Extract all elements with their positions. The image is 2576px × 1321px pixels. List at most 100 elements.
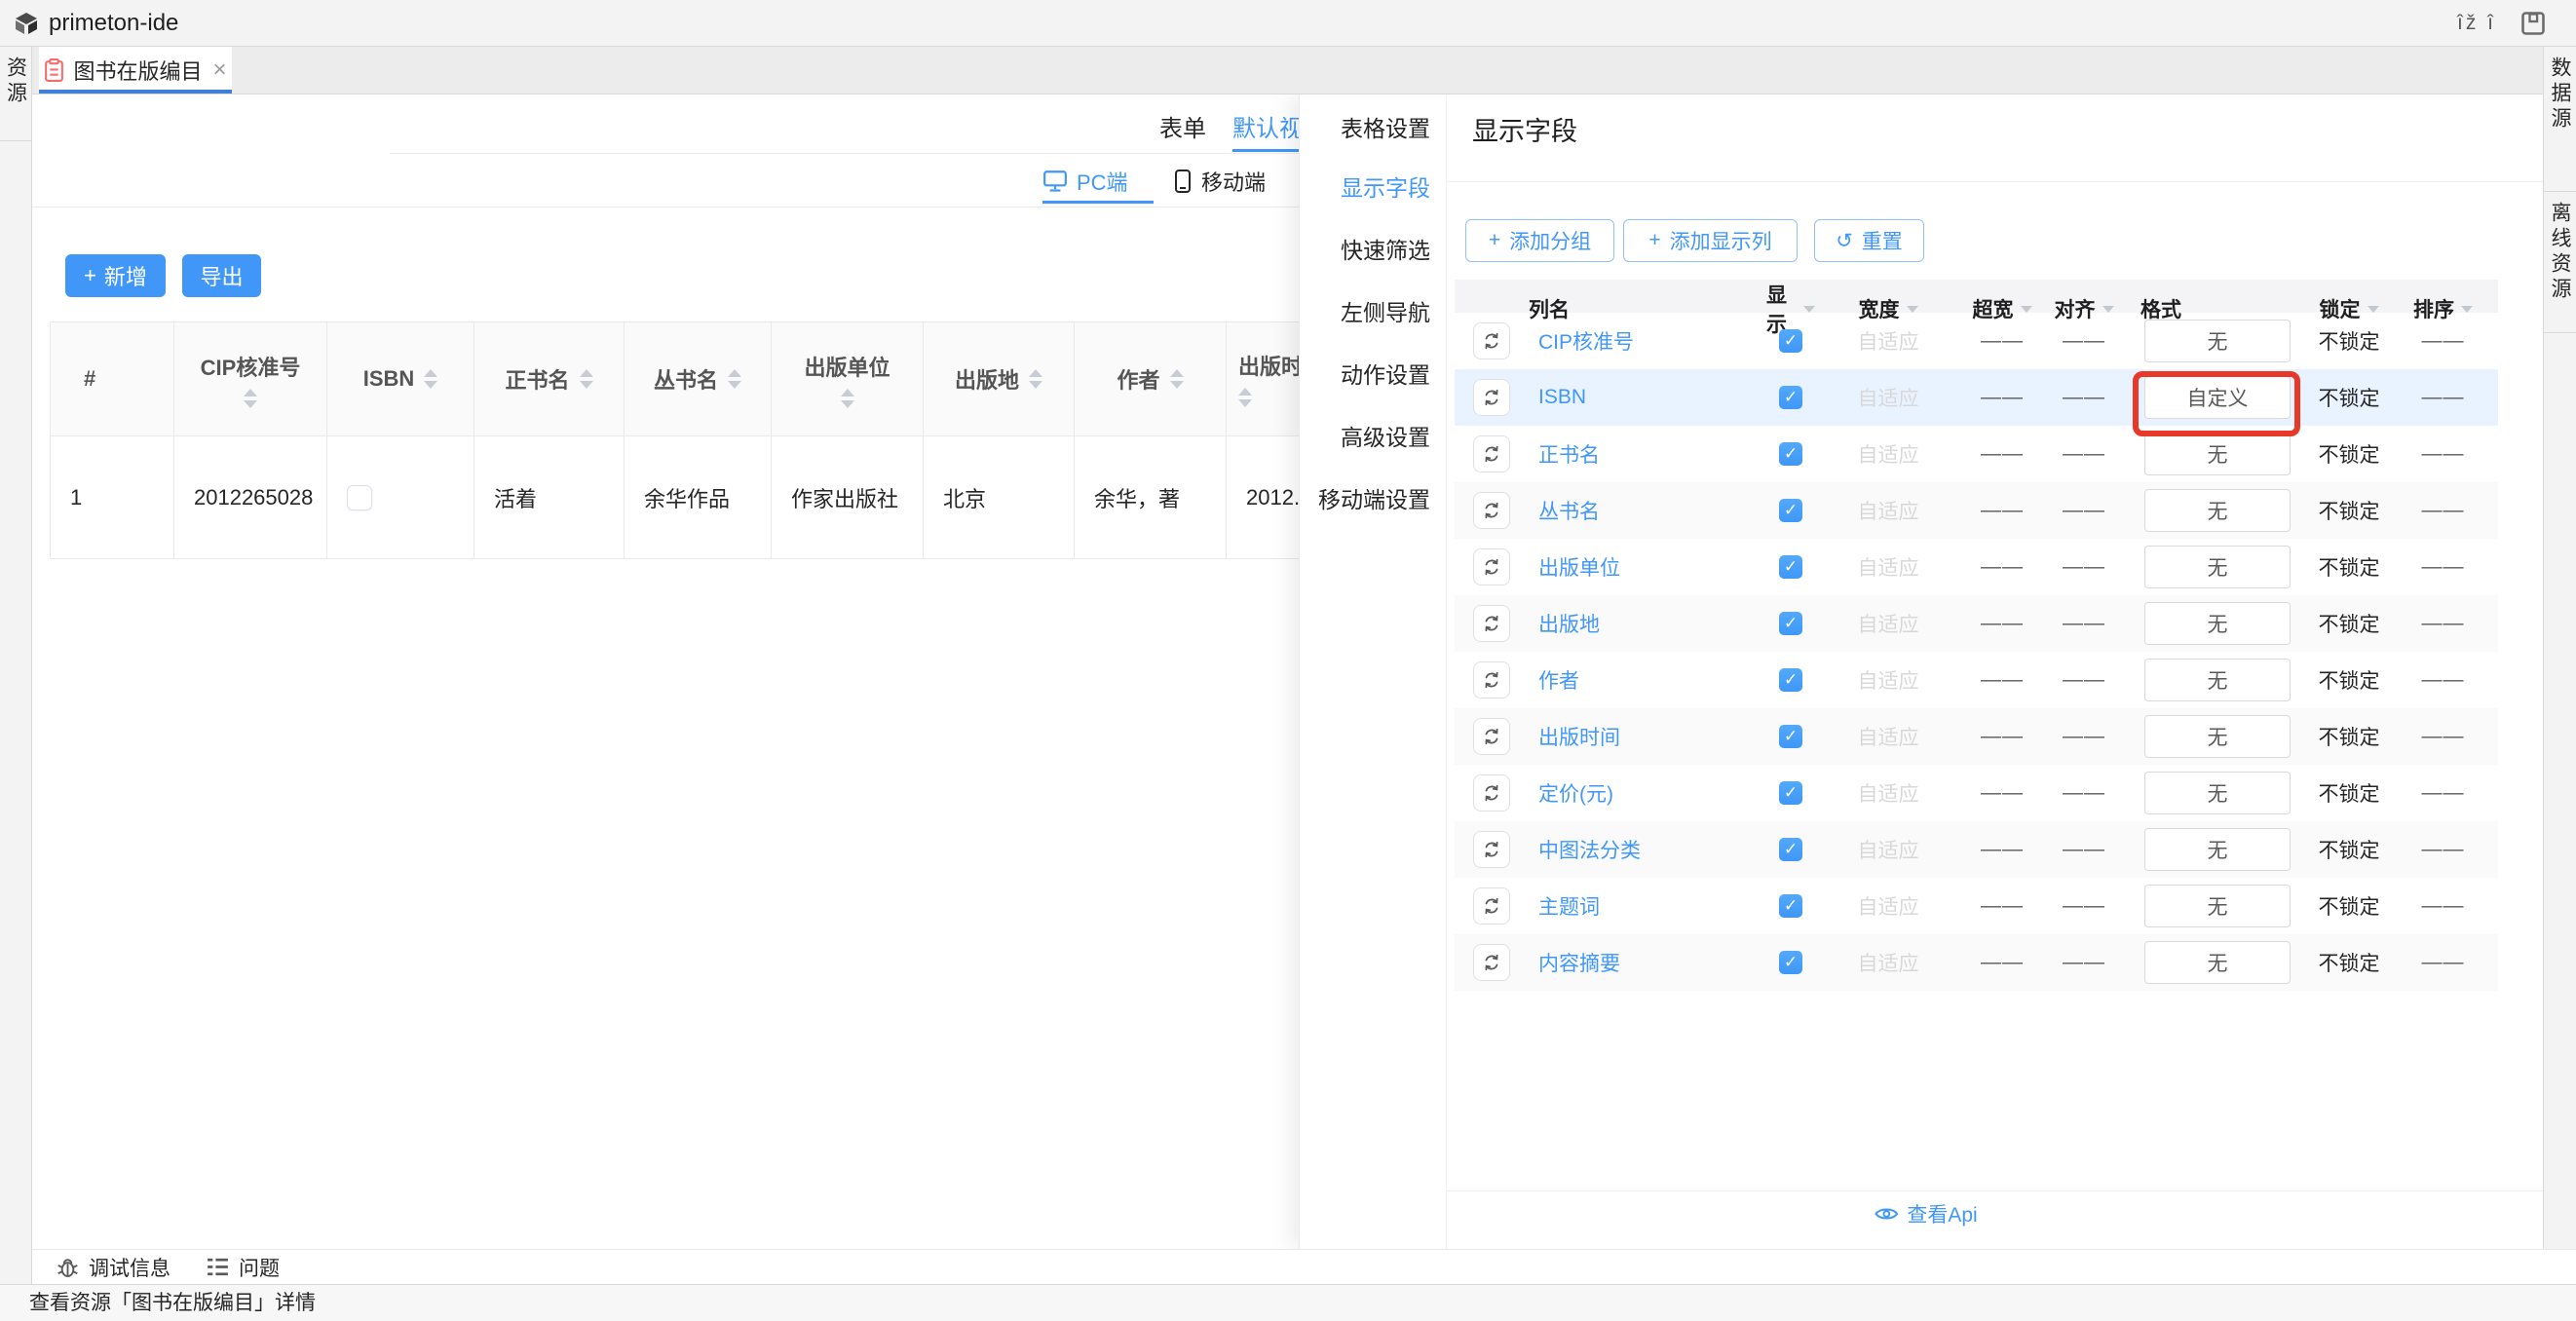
cell-sort[interactable]: —— [2388,386,2498,409]
field-name-link[interactable]: 定价(元) [1529,778,1766,808]
sort-arrows-icon[interactable] [841,389,854,408]
swap-button[interactable] [1473,718,1510,755]
cell-width[interactable]: 自适应 [1815,439,1961,469]
field-name-link[interactable]: 正书名 [1529,439,1766,469]
format-select[interactable]: 无 [2144,602,2291,645]
settings-column-header-4[interactable]: 超宽 [1961,294,2043,323]
field-name-link[interactable]: 作者 [1529,665,1766,695]
cell-align[interactable]: —— [2043,386,2125,409]
cell-width[interactable]: 自适应 [1815,722,1961,751]
sort-arrows-icon[interactable] [244,389,257,408]
format-select[interactable]: 无 [2144,546,2291,588]
cell-width[interactable]: 自适应 [1815,496,1961,525]
cell-align[interactable]: —— [2043,555,2125,579]
cell-align[interactable]: —— [2043,612,2125,635]
format-select[interactable]: 无 [2144,941,2291,984]
tab-book-cip[interactable]: 图书在版编目 × [39,47,232,94]
field-name-link[interactable]: 主题词 [1529,891,1766,921]
display-checkbox[interactable]: ✓ [1779,499,1802,522]
sort-desc-icon[interactable] [244,400,257,408]
column-header-1[interactable]: CIP核准号 [174,322,327,436]
format-select[interactable]: 无 [2144,715,2291,758]
chevron-down-icon[interactable] [2021,306,2032,313]
format-select[interactable]: 无 [2144,659,2291,701]
cell-lock[interactable]: 不锁定 [2310,665,2388,695]
sidebar-item-offline-resources[interactable]: 离线资源 [2544,192,2576,333]
cell-lock[interactable]: 不锁定 [2310,948,2388,977]
sort-desc-icon[interactable] [1170,381,1184,389]
display-checkbox[interactable]: ✓ [1779,838,1802,861]
sort-asc-icon[interactable] [841,389,854,396]
swap-button[interactable] [1473,322,1510,359]
display-checkbox[interactable]: ✓ [1779,725,1802,748]
sidebar-item-resources[interactable]: 资源 [0,47,31,141]
display-checkbox[interactable]: ✓ [1779,951,1802,974]
sort-asc-icon[interactable] [1029,369,1042,377]
column-header-6[interactable]: 出版地 [924,322,1075,436]
cell-overwide[interactable]: —— [1961,555,2043,579]
chevron-down-icon[interactable] [1803,306,1815,313]
problems-button[interactable]: 问题 [206,1253,280,1282]
cell-align[interactable]: —— [2043,894,2125,918]
settings-column-header-5[interactable]: 对齐 [2043,294,2125,323]
titlebar-glyph-icons[interactable]: îž î [2457,12,2496,35]
swap-button[interactable] [1473,379,1510,416]
add-group-button[interactable]: +添加分组 [1465,219,1614,262]
cell-align[interactable]: —— [2043,781,2125,805]
settings-column-header-7[interactable]: 锁定 [2310,294,2388,323]
cell-lock[interactable]: 不锁定 [2310,835,2388,864]
cell-width[interactable]: 自适应 [1815,383,1961,412]
cell-overwide[interactable]: —— [1961,329,2043,353]
cell-sort[interactable]: —— [2388,442,2498,466]
sort-arrows-icon[interactable] [1029,369,1042,389]
cell-sort[interactable]: —— [2388,555,2498,579]
cell-sort[interactable]: —— [2388,951,2498,974]
cell-sort[interactable]: —— [2388,329,2498,353]
sort-asc-icon[interactable] [580,369,593,377]
export-button[interactable]: 导出 [182,254,261,297]
cell-width[interactable]: 自适应 [1815,552,1961,582]
sort-asc-icon[interactable] [244,389,257,396]
sort-desc-icon[interactable] [1029,381,1042,389]
cell-align[interactable]: —— [2043,725,2125,748]
sort-arrows-icon[interactable] [1238,388,1252,407]
column-header-7[interactable]: 作者 [1075,322,1227,436]
format-select[interactable]: 自定义 [2144,376,2291,419]
swap-button[interactable] [1473,605,1510,642]
field-name-link[interactable]: 内容摘要 [1529,948,1766,977]
cell-overwide[interactable]: —— [1961,386,2043,409]
cell-width[interactable]: 自适应 [1815,609,1961,638]
sort-arrows-icon[interactable] [1170,369,1184,389]
tab-form[interactable]: 表单 [1159,109,1206,143]
chevron-down-icon[interactable] [2368,306,2379,313]
cell-sort[interactable]: —— [2388,838,2498,861]
display-checkbox[interactable]: ✓ [1779,668,1802,692]
sort-asc-icon[interactable] [1170,369,1184,377]
cell-overwide[interactable]: —— [1961,442,2043,466]
cell-overwide[interactable]: —— [1961,951,2043,974]
settings-menu-item-0[interactable]: 显示字段 [1300,157,1446,219]
save-icon[interactable] [2519,10,2547,37]
display-checkbox[interactable]: ✓ [1779,386,1802,409]
field-name-link[interactable]: 中图法分类 [1529,835,1766,864]
sort-desc-icon[interactable] [424,381,437,389]
settings-menu-item-3[interactable]: 动作设置 [1300,344,1446,406]
cell-width[interactable]: 自适应 [1815,891,1961,921]
close-icon[interactable]: × [213,57,227,84]
view-api-link[interactable]: 查看Api [1875,1199,1977,1228]
sidebar-item-datasource[interactable]: 数据源 [2544,47,2576,192]
cell-lock[interactable]: 不锁定 [2310,722,2388,751]
cell-lock[interactable]: 不锁定 [2310,552,2388,582]
cell-overwide[interactable]: —— [1961,499,2043,522]
cell-lock[interactable]: 不锁定 [2310,326,2388,356]
cell-width[interactable]: 自适应 [1815,948,1961,977]
column-header-2[interactable]: ISBN [327,322,474,436]
column-header-5[interactable]: 出版单位 [772,322,924,436]
sort-asc-icon[interactable] [424,369,437,377]
settings-column-header-3[interactable]: 宽度 [1815,294,1961,323]
chevron-down-icon[interactable] [2102,306,2114,313]
format-select[interactable]: 无 [2144,320,2291,362]
chevron-down-icon[interactable] [1907,306,1918,313]
cell-lock[interactable]: 不锁定 [2310,891,2388,921]
field-name-link[interactable]: 丛书名 [1529,496,1766,525]
